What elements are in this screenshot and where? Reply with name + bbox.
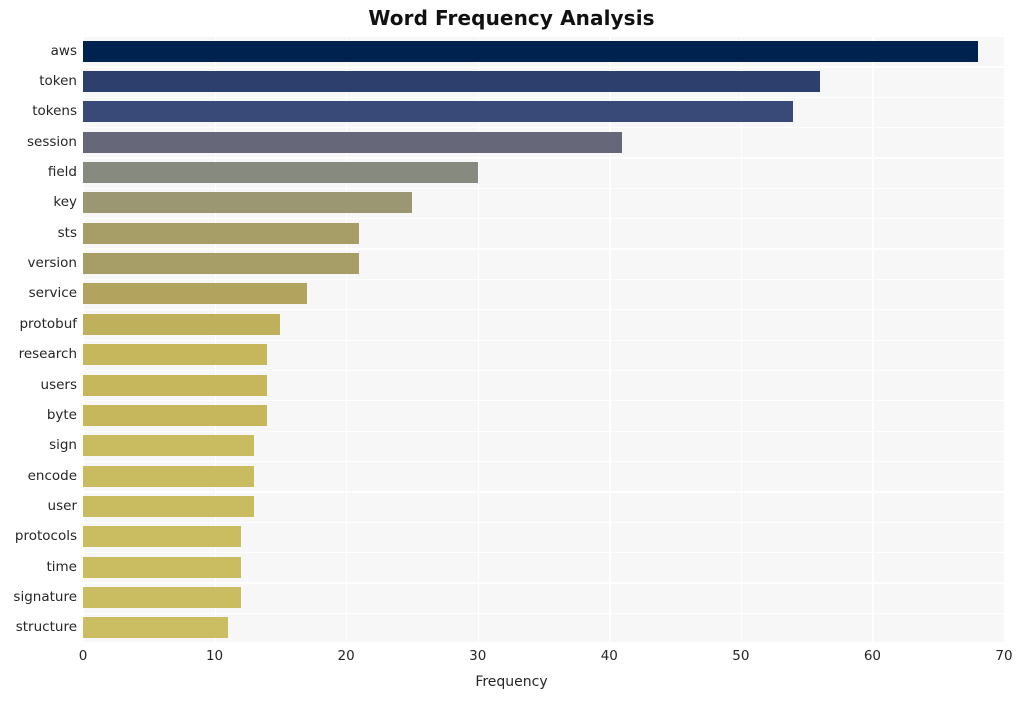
y-gridline — [83, 157, 1004, 159]
bar — [83, 374, 268, 396]
x-tick-label: 10 — [205, 648, 224, 664]
y-tick-label: token — [39, 73, 77, 90]
x-tick-label: 30 — [469, 648, 487, 664]
y-tick-label: encode — [27, 467, 77, 484]
bar — [83, 586, 241, 608]
bar — [83, 40, 978, 62]
bar — [83, 526, 241, 548]
y-tick-label: sts — [57, 224, 77, 241]
y-tick-label: signature — [13, 588, 77, 605]
y-gridline — [83, 309, 1004, 311]
x-axis-title: Frequency — [475, 674, 548, 690]
y-gridline — [83, 218, 1004, 220]
x-tick-label: 0 — [78, 648, 88, 664]
y-gridline — [83, 369, 1004, 372]
y-gridline — [83, 127, 1004, 129]
bar — [83, 404, 268, 426]
y-gridline — [83, 96, 1004, 98]
bar — [83, 344, 268, 366]
y-tick-label: key — [53, 194, 77, 211]
x-tick-label: 70 — [995, 648, 1013, 664]
bar — [83, 435, 255, 457]
y-gridline — [83, 66, 1004, 68]
bar — [83, 283, 307, 305]
x-tick-label: 20 — [337, 648, 355, 664]
y-gridline — [83, 278, 1004, 281]
bar — [83, 192, 412, 214]
bar — [83, 495, 255, 517]
word-frequency-bar-chart: Word Frequency Analysis aws token tokens se… — [0, 0, 1023, 701]
chart-title: Word Frequency Analysis — [368, 6, 655, 30]
bar — [83, 313, 281, 335]
bar — [83, 71, 820, 93]
y-gridline — [83, 521, 1004, 523]
bar — [83, 253, 360, 275]
y-gridline — [83, 248, 1004, 250]
bar — [83, 131, 623, 153]
y-tick-label: research — [18, 346, 77, 363]
y-gridline — [83, 36, 1004, 38]
y-tick-label: field — [47, 164, 77, 181]
y-tick-label: users — [40, 376, 77, 393]
bar — [83, 465, 255, 487]
bar — [83, 617, 228, 639]
y-tick-label: structure — [15, 619, 77, 636]
y-tick-label: protobuf — [19, 315, 77, 332]
y-gridline — [83, 187, 1004, 190]
y-tick-label: byte — [46, 406, 77, 423]
y-gridline — [83, 551, 1004, 554]
bar — [83, 101, 794, 123]
y-gridline — [83, 491, 1004, 493]
y-gridline — [83, 582, 1004, 584]
y-gridline — [83, 430, 1004, 432]
y-gridline — [83, 400, 1004, 402]
y-tick-label: protocols — [14, 528, 77, 545]
y-axis-tick-labels: aws token tokens session field key sts version s… — [0, 36, 77, 643]
y-gridline — [83, 612, 1004, 614]
x-gridline — [1004, 36, 1006, 643]
x-tick-label: 50 — [732, 648, 750, 664]
y-tick-label: tokens — [32, 103, 77, 120]
y-tick-label: service — [28, 285, 77, 302]
x-axis-tick-labels: 0 10 20 30 40 50 60 70 — [0, 648, 1023, 670]
plot-area — [83, 36, 1006, 643]
y-tick-label: aws — [50, 42, 77, 59]
y-gridline — [83, 460, 1004, 463]
x-tick-label: 40 — [600, 648, 618, 664]
y-tick-label: user — [47, 497, 77, 514]
bar — [83, 556, 241, 578]
x-tick-label: 60 — [863, 648, 882, 664]
y-gridline — [83, 641, 1004, 643]
y-tick-label: time — [46, 558, 77, 575]
y-tick-label: sign — [49, 437, 77, 454]
y-tick-label: version — [27, 255, 77, 272]
y-tick-label: session — [27, 133, 77, 150]
bar — [83, 162, 478, 184]
bar — [83, 222, 360, 244]
y-gridline — [83, 339, 1004, 341]
